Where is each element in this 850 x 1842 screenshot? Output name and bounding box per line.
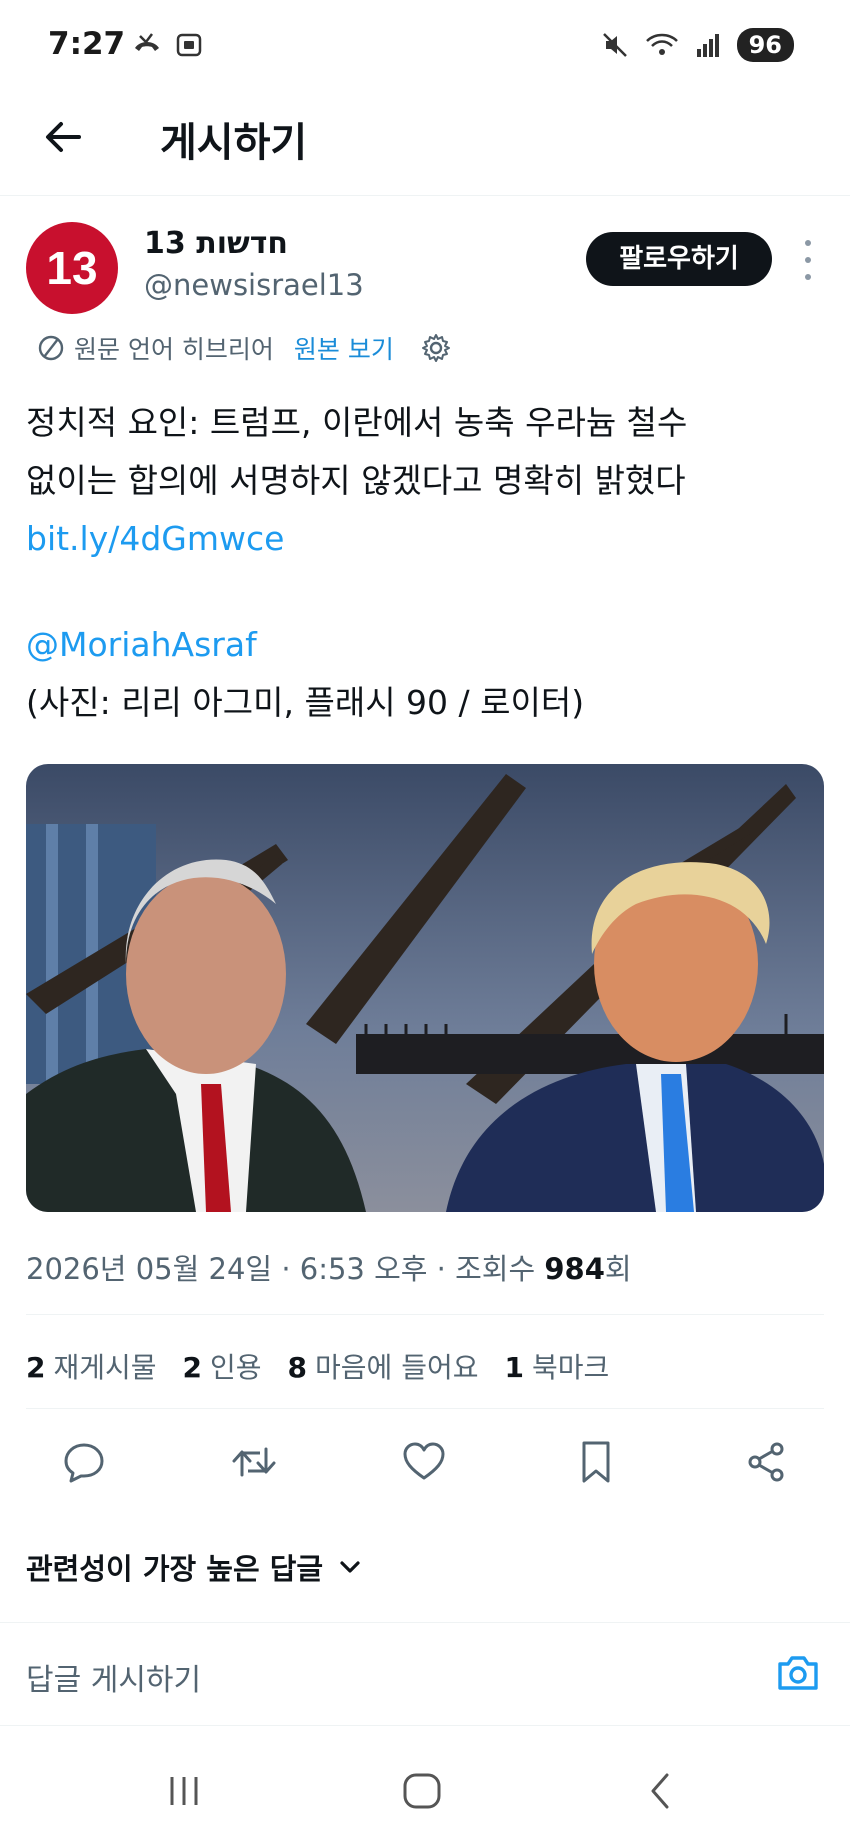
bookmark-button[interactable] (570, 1436, 622, 1488)
system-back-button[interactable] (630, 1766, 690, 1816)
more-dot-icon (805, 274, 811, 280)
mention-link[interactable]: @MoriahAsraf (26, 616, 826, 674)
chevron-down-icon (340, 1561, 360, 1573)
tweet-text: 정치적 요인: 트럼프, 이란에서 농축 우라늄 철수 없이는 합의에 서명하지… (26, 394, 826, 732)
battery-indicator: 96 (736, 28, 794, 62)
avatar[interactable]: 13 (26, 222, 118, 314)
like-button[interactable] (398, 1436, 450, 1488)
arrow-left-icon (46, 122, 81, 152)
stat-num: 2 (182, 1351, 203, 1384)
home-icon (403, 1773, 441, 1809)
sort-label: 관련성이 가장 높은 답글 (26, 1552, 324, 1586)
mute-icon (602, 33, 627, 57)
svg-text:13: 13 (46, 242, 97, 294)
recent-apps-button[interactable] (154, 1766, 214, 1816)
stat-likes[interactable]: 8 마음에 들어요 (288, 1346, 479, 1386)
status-icons-left (132, 30, 204, 60)
tweet-line: 정치적 요인: 트럼프, 이란에서 농축 우라늄 철수 (26, 403, 688, 442)
signal-icon (696, 34, 719, 57)
divider (26, 1408, 824, 1409)
views-count: 984 (544, 1252, 605, 1286)
divider (26, 1314, 824, 1315)
share-button[interactable] (740, 1436, 792, 1488)
stat-num: 2 (26, 1351, 46, 1384)
translate-icon (38, 335, 64, 361)
heart-icon (403, 1442, 445, 1480)
tweet-image[interactable] (26, 764, 824, 1212)
stat-label: 재게시물 (53, 1351, 157, 1384)
home-button[interactable] (392, 1766, 452, 1816)
share-icon (748, 1442, 784, 1482)
more-dot-icon (805, 257, 811, 263)
channel-13-logo: 13 (46, 242, 97, 294)
header: 게시하기 (0, 92, 850, 196)
wifi-icon (645, 33, 678, 55)
status-bar: 7:27 96 (0, 0, 850, 92)
reply-icon (64, 1443, 104, 1483)
translation-notice: 원문 언어 히브리어 원본 보기 (36, 330, 452, 366)
tweet-meta: 2026년 05월 24일 · 6:53 오후 · 조회수 984회 (26, 1246, 632, 1288)
screenshot-icon (176, 33, 202, 57)
meta-separator: · (281, 1252, 291, 1286)
engagement-stats: 2 재게시물 2 인용 8 마음에 들어요 1 북마크 (26, 1346, 609, 1386)
recent-apps-icon (170, 1777, 198, 1805)
reply-composer[interactable]: 답글 게시하기 (0, 1622, 850, 1726)
bookmark-icon (582, 1441, 610, 1483)
views-label: 조회수 (455, 1252, 536, 1286)
system-nav-bar (0, 1738, 850, 1842)
tweet-time: 6:53 오후 (299, 1252, 428, 1286)
follow-button[interactable]: 팔로우하기 (586, 232, 772, 286)
action-bar (0, 1436, 850, 1496)
translation-label: 원문 언어 히브리어 (74, 335, 274, 364)
stat-label: 북마크 (531, 1351, 610, 1384)
tweet-date: 2026년 05월 24일 (26, 1252, 273, 1286)
replies-sort-dropdown[interactable]: 관련성이 가장 높은 답글 (26, 1546, 363, 1588)
camera-button[interactable] (774, 1649, 822, 1697)
stat-label: 인용 (210, 1351, 262, 1384)
stat-label: 마음에 들어요 (315, 1351, 479, 1384)
status-icons-right: 96 (601, 28, 794, 62)
missed-call-icon (135, 33, 159, 51)
stat-num: 1 (504, 1351, 524, 1384)
stat-reposts[interactable]: 2 재게시물 (26, 1346, 157, 1386)
tweet-line: 없이는 합의에 서명하지 않겠다고 명확히 밝혔다 (26, 461, 686, 500)
status-time: 7:27 (48, 26, 126, 62)
repost-icon (232, 1447, 276, 1477)
stat-bookmarks[interactable]: 1 북마크 (505, 1346, 610, 1386)
author-name[interactable]: חדשות 13 (144, 226, 288, 261)
gear-icon[interactable] (420, 332, 452, 364)
back-button[interactable] (38, 112, 88, 162)
reply-input[interactable]: 답글 게시하기 (26, 1655, 201, 1699)
back-chevron-icon (651, 1773, 669, 1809)
stat-quotes[interactable]: 2 인용 (183, 1346, 262, 1386)
reply-button[interactable] (58, 1436, 110, 1488)
photo-credit: (사진: 리리 아그미, 플래시 90 / 로이터) (26, 683, 585, 722)
photo-illustration (26, 764, 824, 1212)
camera-icon (778, 1656, 818, 1690)
views-unit: 회 (604, 1252, 632, 1286)
tweet-link[interactable]: bit.ly/4dGmwce (26, 510, 826, 568)
meta-separator: · (436, 1252, 446, 1286)
show-original-link[interactable]: 원본 보기 (294, 330, 394, 366)
page-title: 게시하기 (160, 120, 308, 166)
author-handle[interactable]: @newsisrael13 (144, 268, 364, 302)
stat-num: 8 (287, 1351, 308, 1384)
more-dot-icon (805, 240, 811, 246)
repost-button[interactable] (228, 1436, 280, 1488)
more-options-button[interactable] (798, 240, 818, 280)
